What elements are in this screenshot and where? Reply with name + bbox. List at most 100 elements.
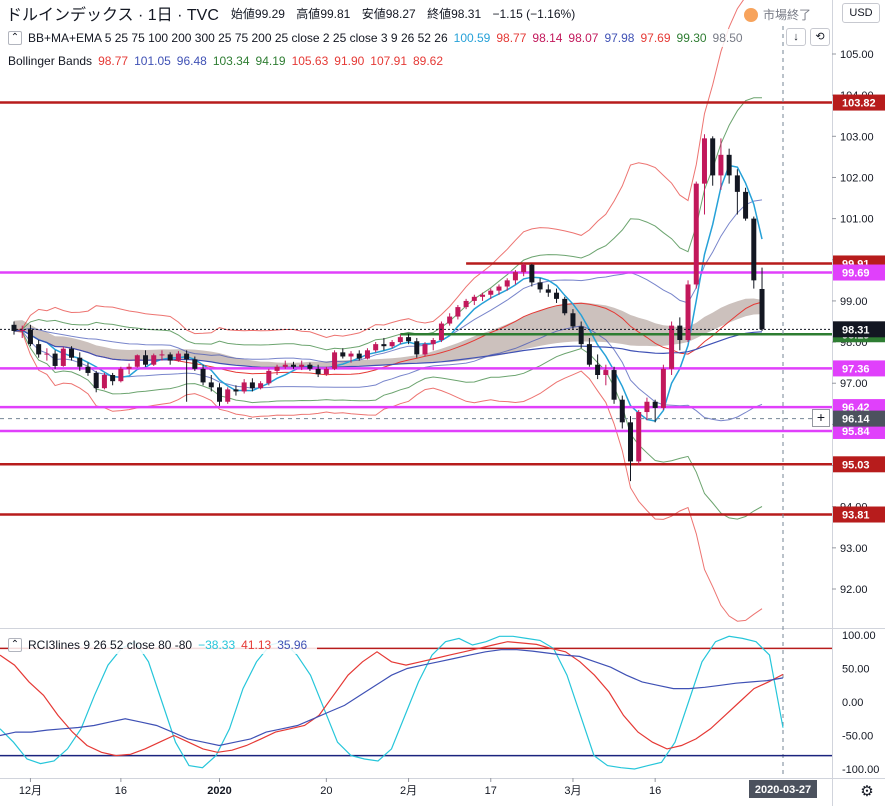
maximize-icon[interactable]: ⟲	[810, 28, 830, 46]
candle-body-22	[192, 359, 198, 369]
ma-legend-value-6: 99.30	[676, 31, 707, 45]
candle-body-59	[496, 286, 502, 291]
currency-button[interactable]: USD	[842, 3, 880, 23]
candle-body-61	[512, 272, 518, 281]
candle-body-91	[759, 288, 765, 330]
candle-body-89	[743, 191, 749, 219]
candle-body-1	[19, 329, 25, 331]
candle-body-86	[718, 154, 724, 176]
candle-body-24	[208, 382, 214, 388]
candle-body-90	[751, 218, 757, 281]
candle-body-6	[60, 348, 66, 366]
candle-body-21	[184, 353, 190, 360]
low-value: 98.27	[385, 6, 416, 21]
candle-body-73	[611, 370, 617, 400]
candle-body-19	[167, 354, 173, 361]
price-tick-label-9: 101.00	[840, 214, 874, 226]
time-tick-label-5: 17	[485, 785, 497, 797]
chevron-up-icon[interactable]: ⌃	[8, 31, 22, 45]
rci-tick-label-0: 100.00	[842, 630, 876, 642]
support-line-label-0: 103.82	[842, 98, 876, 110]
candle-body-64	[537, 282, 543, 290]
rci-legend[interactable]: ⌃ RCI3lines 9 26 52 close 80 -80 −38.33 4…	[8, 636, 318, 654]
current-price-label: 98.31	[842, 324, 870, 336]
close-value: 98.31	[451, 6, 482, 21]
candle-body-5	[52, 353, 58, 366]
ma-legend[interactable]: ⌃ BB+MA+EMA 5 25 75 100 200 300 25 75 20…	[8, 29, 753, 47]
candle-body-25	[217, 387, 222, 402]
candle-body-71	[595, 364, 601, 375]
bb-legend-value-8: 89.62	[413, 54, 444, 68]
candle-body-46	[389, 342, 395, 347]
market-closed-icon	[744, 7, 758, 22]
price-tick-label-0: 92.00	[840, 584, 868, 596]
candle-body-16	[143, 355, 149, 365]
candle-body-55	[463, 300, 469, 308]
support-line-label-8: 93.81	[842, 510, 870, 522]
plus-icon[interactable]: +	[812, 409, 830, 427]
market-status-label: 市場終了	[763, 8, 812, 22]
ohlc-values: 始値99.29 高値99.81 安値98.27 終値98.31 −1.15 (−…	[231, 5, 575, 22]
candle-body-23	[200, 368, 206, 383]
ma-legend-value-7: 98.50	[712, 31, 743, 45]
download-icon[interactable]: ↓	[786, 28, 806, 46]
candle-body-26	[225, 389, 231, 402]
candle-body-85	[710, 138, 716, 176]
bb-legend-value-5: 105.63	[291, 54, 329, 68]
candle-body-20	[175, 353, 181, 361]
candle-body-45	[381, 344, 387, 347]
candle-body-48	[406, 337, 412, 342]
price-tick-label-5: 97.00	[840, 378, 868, 390]
candle-body-30	[258, 383, 264, 389]
chart-background	[0, 0, 885, 806]
chart-canvas[interactable]: 92.0093.0094.0095.0096.0097.0098.0099.00…	[0, 0, 885, 806]
candle-body-54	[455, 307, 461, 317]
close-label: 終値	[427, 6, 452, 21]
open-label: 始値	[230, 6, 255, 21]
candle-body-77	[644, 401, 650, 413]
candle-body-17	[151, 355, 157, 365]
candle-body-47	[397, 337, 403, 343]
candle-body-65	[545, 289, 551, 293]
candle-body-29	[249, 382, 255, 389]
candle-body-43	[364, 350, 370, 359]
candle-body-80	[669, 325, 675, 369]
price-tick-label-10: 102.00	[840, 172, 874, 184]
candle-body-84	[701, 138, 707, 184]
time-tick-label-4: 2月	[400, 785, 417, 797]
low-label: 安値	[361, 6, 386, 21]
candle-body-52	[438, 323, 444, 341]
candle-body-38	[323, 368, 329, 375]
time-tick-label-0: 12月	[19, 785, 42, 797]
symbol-title[interactable]: ドルインデックス · 1日 · TVC	[6, 1, 219, 25]
candle-body-11	[101, 375, 107, 389]
candle-body-79	[660, 368, 666, 408]
ma-legend-value-5: 97.69	[640, 31, 671, 45]
bb-legend[interactable]: Bollinger Bands 98.77 101.05 96.48 103.34 94…	[8, 52, 454, 70]
candle-body-66	[554, 292, 560, 299]
rci-tick-label-4: -100.00	[842, 764, 879, 776]
price-tick-label-11: 103.00	[840, 131, 874, 143]
source-separator: ·	[177, 7, 187, 24]
price-tick-label-1: 93.00	[840, 543, 868, 555]
candle-body-88	[734, 175, 740, 192]
candle-body-34	[290, 364, 296, 367]
gear-icon[interactable]: ⚙	[856, 781, 878, 803]
candle-body-13	[118, 368, 124, 382]
support-line-label-4: 97.36	[842, 363, 870, 375]
rci-legend-values: −38.33 41.13 35.96	[198, 638, 313, 652]
candle-body-53	[447, 316, 453, 324]
candle-body-37	[315, 368, 321, 375]
high-value: 99.81	[320, 6, 351, 21]
bb-legend-value-7: 107.91	[370, 54, 407, 68]
bb-legend-value-2: 96.48	[176, 54, 207, 68]
candle-body-44	[373, 344, 379, 351]
candle-body-72	[603, 370, 609, 375]
market-status[interactable]: 市場終了	[744, 6, 811, 23]
interval-separator: ·	[137, 7, 148, 24]
bb-legend-value-6: 91.90	[334, 54, 365, 68]
bb-legend-values: 98.77 101.05 96.48 103.34 94.19 105.63 91.90 10…	[98, 54, 449, 68]
candle-body-68	[570, 313, 576, 327]
legend-tools: ↓ ⟲	[786, 28, 830, 46]
chevron-up-icon[interactable]: ⌃	[8, 638, 22, 652]
